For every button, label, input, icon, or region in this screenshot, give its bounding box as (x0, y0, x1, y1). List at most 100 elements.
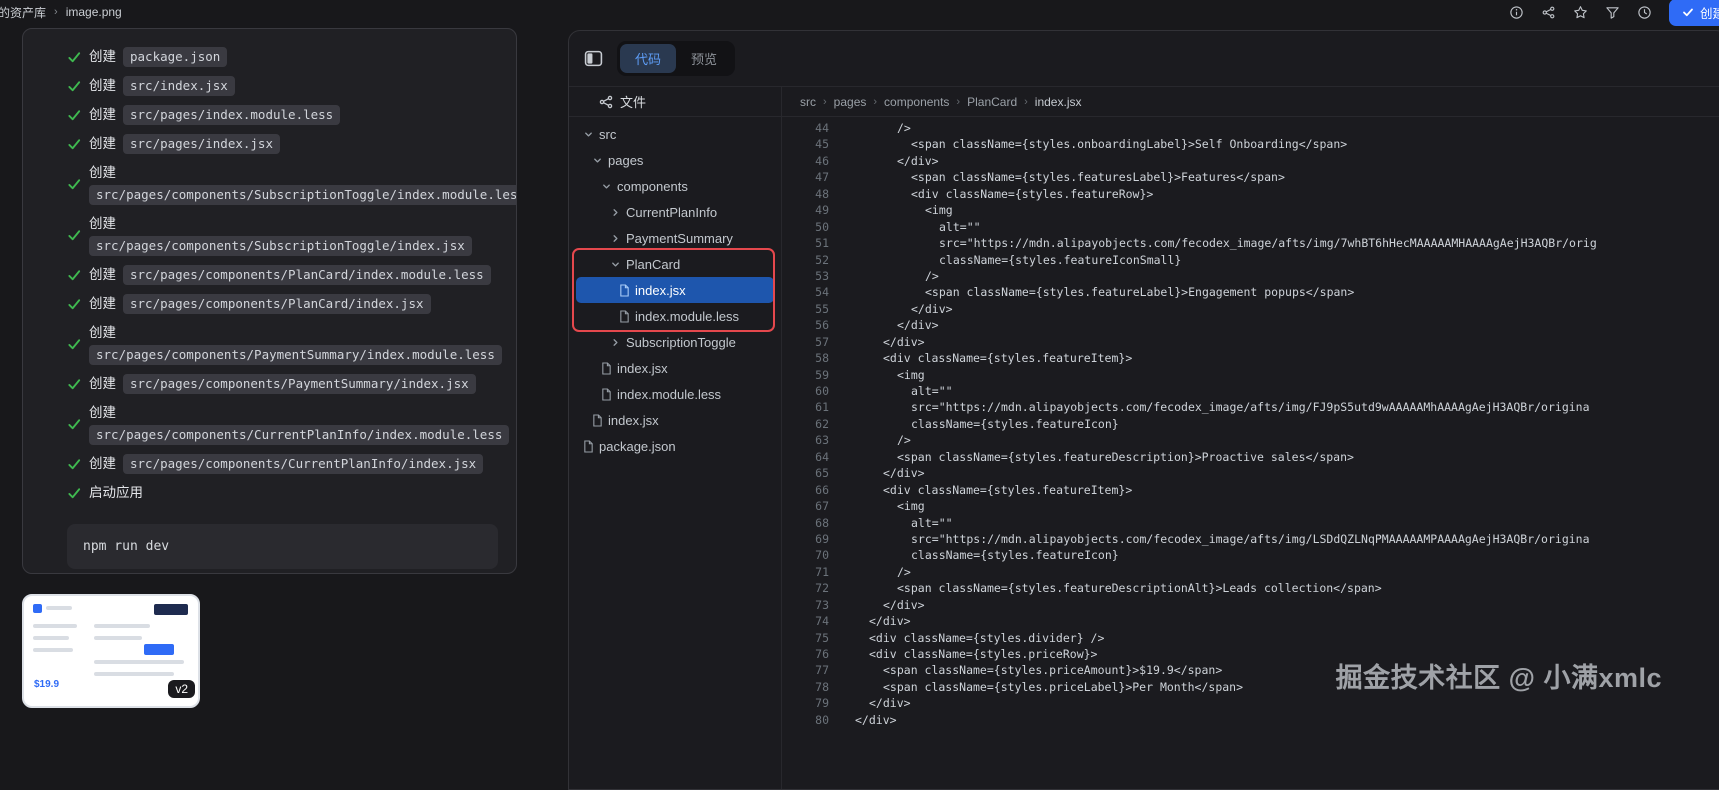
code-text: <span className={styles.onboardingLabel}… (846, 136, 1347, 152)
tree-folder-currentplaninfo[interactable]: CurrentPlanInfo (576, 199, 774, 225)
check-icon (67, 456, 83, 472)
tree-folder-components[interactable]: components (576, 173, 774, 199)
task-text: 创建src/pages/index.module.less (89, 104, 498, 126)
task-item: 启动应用 (67, 482, 498, 504)
tree-folder-subscriptiontoggle[interactable]: SubscriptionToggle (576, 329, 774, 355)
code-text: alt="" (846, 383, 953, 399)
version-badge[interactable]: v2 (168, 680, 195, 698)
file-path-chip[interactable]: src/pages/components/PaymentSummary/inde… (89, 345, 502, 365)
tab-preview[interactable]: 预览 (676, 44, 732, 73)
code-text: <span className={styles.featureLabel}>En… (846, 284, 1354, 300)
code-line: 73</div> (782, 597, 1719, 613)
tree-label: pages (608, 153, 643, 168)
filter-icon[interactable] (1605, 5, 1620, 20)
tree-file-package-json[interactable]: package.json (576, 433, 774, 459)
create-button[interactable]: 创建 (1669, 0, 1719, 26)
code-editor[interactable]: 44/>45<span className={styles.onboarding… (782, 117, 1719, 789)
check-icon (67, 78, 83, 94)
history-icon[interactable] (1637, 5, 1652, 20)
info-icon[interactable] (1509, 5, 1524, 20)
code-text: alt="" (846, 219, 981, 235)
sidebar-toggle-icon[interactable] (584, 49, 604, 69)
line-number: 61 (782, 399, 846, 415)
file-tree: src pages components CurrentPlanInfo Payment… (569, 117, 781, 789)
file-path-chip[interactable]: src/pages/components/CurrentPlanInfo/ind… (123, 454, 483, 474)
editor-breadcrumb-item[interactable]: pages (834, 95, 867, 109)
chevron-down-icon (609, 258, 622, 271)
code-text: className={styles.featureIconSmall} (846, 252, 1181, 268)
editor-breadcrumb-item[interactable]: src (800, 95, 816, 109)
file-path-chip[interactable]: src/pages/index.jsx (123, 134, 280, 154)
code-line: 65</div> (782, 465, 1719, 481)
task-action-label: 启动应用 (89, 485, 143, 500)
tree-file-index-jsx[interactable]: index.jsx (576, 355, 774, 381)
task-action-label: 创建 (89, 296, 116, 311)
line-number: 54 (782, 284, 846, 300)
tab-code[interactable]: 代码 (620, 44, 676, 73)
chevron-right-icon (609, 232, 622, 245)
code-text: </div> (846, 712, 897, 728)
workspace-panel: 代码预览 文件 src pages components CurrentPlanInf… (568, 30, 1719, 790)
line-number: 77 (782, 662, 846, 678)
check-icon (67, 376, 83, 392)
code-line: 79</div> (782, 695, 1719, 711)
editor-breadcrumb-item[interactable]: PlanCard (967, 95, 1017, 109)
task-action-label: 创建 (89, 267, 116, 282)
file-path-chip[interactable]: src/pages/components/SubscriptionToggle/… (89, 185, 517, 205)
code-text: <img (846, 367, 925, 383)
code-text: <div className={styles.featureItem}> (846, 482, 1132, 498)
tree-folder-plancard[interactable]: PlanCard (576, 251, 774, 277)
chevron-right-icon (609, 336, 622, 349)
share-icon[interactable] (1541, 5, 1556, 20)
code-text: </div> (846, 695, 911, 711)
tree-folder-pages[interactable]: pages (576, 147, 774, 173)
task-item: 创建 src/pages/components/PlanCard/index.js… (67, 293, 498, 315)
code-text: </div> (846, 153, 939, 169)
breadcrumb-item[interactable]: image.png (66, 5, 122, 19)
tree-folder-src[interactable]: src (576, 121, 774, 147)
preview-thumbnail[interactable]: $19.9 v2 (22, 594, 200, 708)
file-path-chip[interactable]: src/pages/components/SubscriptionToggle/… (89, 236, 472, 256)
line-number: 68 (782, 515, 846, 531)
tree-label: CurrentPlanInfo (626, 205, 717, 220)
code-line: 58<div className={styles.featureItem}> (782, 350, 1719, 366)
code-text: src="https://mdn.alipayobjects.com/fecod… (846, 531, 1590, 547)
file-path-chip[interactable]: src/pages/components/CurrentPlanInfo/ind… (89, 425, 509, 445)
code-text: </div> (846, 465, 925, 481)
check-icon (67, 336, 83, 352)
task-text: 创建src/pages/components/SubscriptionToggl… (89, 162, 517, 206)
line-number: 58 (782, 350, 846, 366)
tree-file-index-jsx[interactable]: index.jsx (576, 277, 774, 303)
line-number: 56 (782, 317, 846, 333)
tree-label: SubscriptionToggle (626, 335, 736, 350)
breadcrumb-item[interactable]: 小满的资产库 (0, 4, 46, 21)
code-line: 78<span className={styles.priceLabel}>Pe… (782, 679, 1719, 695)
file-path-chip[interactable]: package.json (123, 47, 227, 67)
file-path-chip[interactable]: src/index.jsx (123, 76, 235, 96)
tree-folder-paymentsummary[interactable]: PaymentSummary (576, 225, 774, 251)
code-text: </div> (846, 334, 925, 350)
code-line: 53/> (782, 268, 1719, 284)
thumbnail-decor (33, 624, 77, 628)
file-path-chip[interactable]: src/pages/components/PlanCard/index.jsx (123, 294, 431, 314)
code-line: 63/> (782, 432, 1719, 448)
editor-breadcrumb-item[interactable]: index.jsx (1035, 95, 1082, 109)
code-text: /> (846, 268, 939, 284)
tree-file-index-module-less[interactable]: index.module.less (576, 381, 774, 407)
line-number: 53 (782, 268, 846, 284)
task-item: 创建src/pages/components/SubscriptionToggl… (67, 162, 498, 206)
file-path-chip[interactable]: src/pages/components/PaymentSummary/inde… (123, 374, 476, 394)
code-text: </div> (846, 301, 953, 317)
files-panel-title: 文件 (620, 92, 646, 111)
line-number: 63 (782, 432, 846, 448)
editor-breadcrumb-item[interactable]: components (884, 95, 949, 109)
file-path-chip[interactable]: src/pages/components/PlanCard/index.modu… (123, 265, 491, 285)
tree-file-index-module-less[interactable]: index.module.less (576, 303, 774, 329)
view-tabbar: 代码预览 (569, 31, 1719, 87)
code-line: 56</div> (782, 317, 1719, 333)
file-path-chip[interactable]: src/pages/index.module.less (123, 105, 340, 125)
task-text: 创建src/pages/components/CurrentPlanInfo/i… (89, 402, 509, 446)
line-number: 74 (782, 613, 846, 629)
tree-file-index-jsx[interactable]: index.jsx (576, 407, 774, 433)
star-icon[interactable] (1573, 5, 1588, 20)
